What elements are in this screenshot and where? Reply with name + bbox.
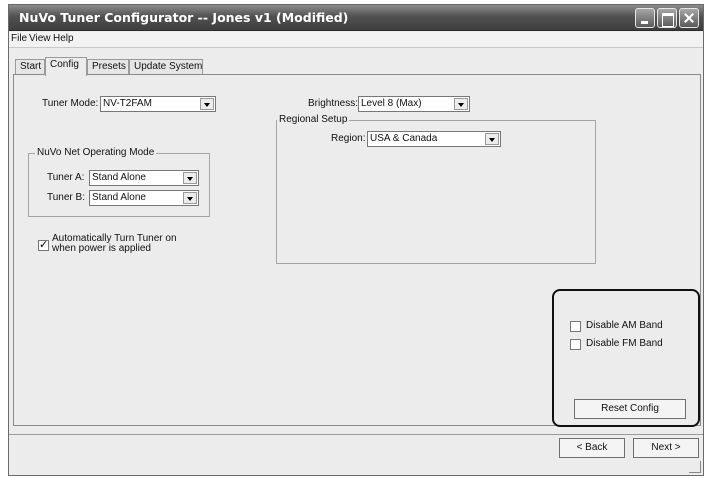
tuner-mode-label: Tuner Mode: bbox=[42, 98, 99, 109]
tuner-a-select[interactable]: Stand Alone bbox=[89, 170, 199, 186]
app-window: NuVo Tuner Configurator -- Jones v1 (Mod… bbox=[8, 4, 704, 476]
auto-on-checkbox[interactable] bbox=[38, 238, 49, 251]
maximize-button[interactable] bbox=[657, 8, 677, 28]
menu-file[interactable]: File bbox=[11, 33, 27, 44]
chevron-down-icon[interactable] bbox=[200, 98, 214, 110]
reset-config-button[interactable]: Reset Config bbox=[574, 399, 686, 419]
brightness-select[interactable]: Level 8 (Max) bbox=[358, 96, 470, 112]
disable-am-label: Disable AM Band bbox=[586, 320, 663, 331]
menu-view[interactable]: View bbox=[29, 33, 51, 44]
brightness-value: Level 8 (Max) bbox=[361, 98, 422, 109]
region-label: Region: bbox=[331, 133, 366, 144]
disable-am-checkbox[interactable] bbox=[570, 321, 581, 332]
tab-start[interactable]: Start bbox=[15, 59, 45, 74]
tab-update-system[interactable]: Update System bbox=[129, 59, 203, 74]
chevron-down-icon[interactable] bbox=[183, 192, 197, 204]
resize-grip-icon[interactable] bbox=[689, 461, 701, 473]
net-mode-group: NuVo Net Operating Mode Tuner A: Stand A… bbox=[28, 147, 210, 217]
footer-divider bbox=[9, 434, 703, 435]
tuner-mode-select[interactable]: NV-T2FAM bbox=[100, 96, 216, 112]
region-select[interactable]: USA & Canada bbox=[367, 131, 501, 147]
tuner-a-value: Stand Alone bbox=[92, 172, 146, 183]
auto-on-label-line2: when power is applied bbox=[52, 243, 151, 254]
chevron-down-icon[interactable] bbox=[454, 98, 468, 110]
close-icon bbox=[680, 9, 698, 27]
highlight-box: Disable AM Band Disable FM Band Reset Co… bbox=[552, 289, 700, 427]
menu-bar: File View Help bbox=[9, 32, 703, 48]
window-title: NuVo Tuner Configurator -- Jones v1 (Mod… bbox=[19, 10, 349, 25]
chevron-down-icon[interactable] bbox=[183, 172, 197, 184]
net-mode-group-title: NuVo Net Operating Mode bbox=[35, 147, 157, 158]
tab-config[interactable]: Config bbox=[45, 57, 87, 76]
chevron-down-icon[interactable] bbox=[485, 133, 499, 145]
regional-setup-title: Regional Setup bbox=[277, 114, 350, 125]
close-button[interactable] bbox=[679, 8, 699, 28]
minimize-button[interactable] bbox=[635, 8, 655, 28]
title-bar[interactable]: NuVo Tuner Configurator -- Jones v1 (Mod… bbox=[9, 5, 703, 31]
minimize-icon bbox=[636, 9, 654, 27]
disable-fm-checkbox[interactable] bbox=[570, 339, 581, 350]
disable-fm-label: Disable FM Band bbox=[586, 338, 663, 349]
regional-setup-group: Regional Setup Region: USA & Canada bbox=[276, 114, 596, 264]
config-panel: Tuner Mode: NV-T2FAM NuVo Net Operating … bbox=[13, 74, 701, 427]
tuner-mode-value: NV-T2FAM bbox=[103, 98, 152, 109]
next-button[interactable]: Next > bbox=[633, 438, 699, 458]
back-button[interactable]: < Back bbox=[559, 438, 625, 458]
tuner-b-value: Stand Alone bbox=[92, 192, 146, 203]
region-value: USA & Canada bbox=[370, 133, 438, 144]
tab-presets[interactable]: Presets bbox=[87, 59, 129, 74]
tuner-b-label: Tuner B: bbox=[47, 192, 85, 203]
menu-help[interactable]: Help bbox=[53, 33, 74, 44]
tuner-b-select[interactable]: Stand Alone bbox=[89, 190, 199, 206]
maximize-icon bbox=[658, 9, 676, 27]
brightness-label: Brightness: bbox=[308, 98, 359, 109]
tuner-a-label: Tuner A: bbox=[47, 172, 85, 183]
